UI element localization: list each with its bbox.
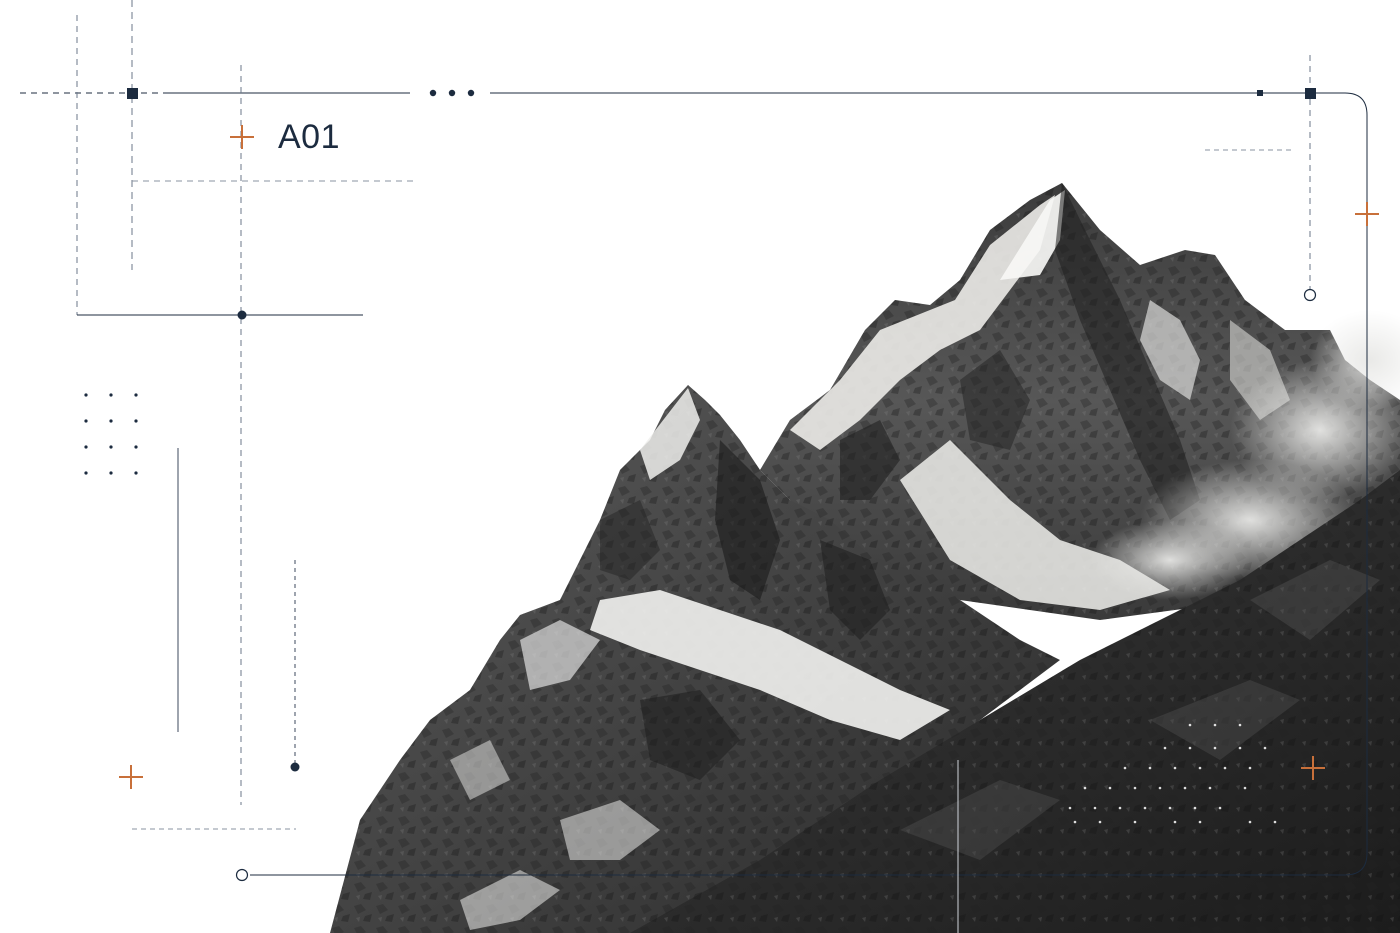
node-dot-icon: [290, 762, 300, 772]
section-label: A01: [278, 118, 340, 156]
dot-grid-light: [1068, 723, 1277, 824]
node-dot-icon: [237, 310, 247, 320]
dot-grid: [84, 393, 138, 475]
plus-icon: [1301, 756, 1325, 780]
scene: A01: [0, 0, 1400, 933]
plus-icon: [119, 765, 143, 789]
ellipsis-icon: [429, 89, 475, 97]
plus-icon: [1355, 202, 1379, 226]
plus-icon: [230, 125, 254, 149]
square-marker-icon: [127, 88, 138, 99]
tech-overlay: [20, 0, 1379, 933]
ring-icon: [235, 868, 249, 882]
ring-icon: [1303, 288, 1317, 302]
square-marker-icon: [1257, 90, 1263, 96]
square-marker-icon: [1305, 88, 1316, 99]
